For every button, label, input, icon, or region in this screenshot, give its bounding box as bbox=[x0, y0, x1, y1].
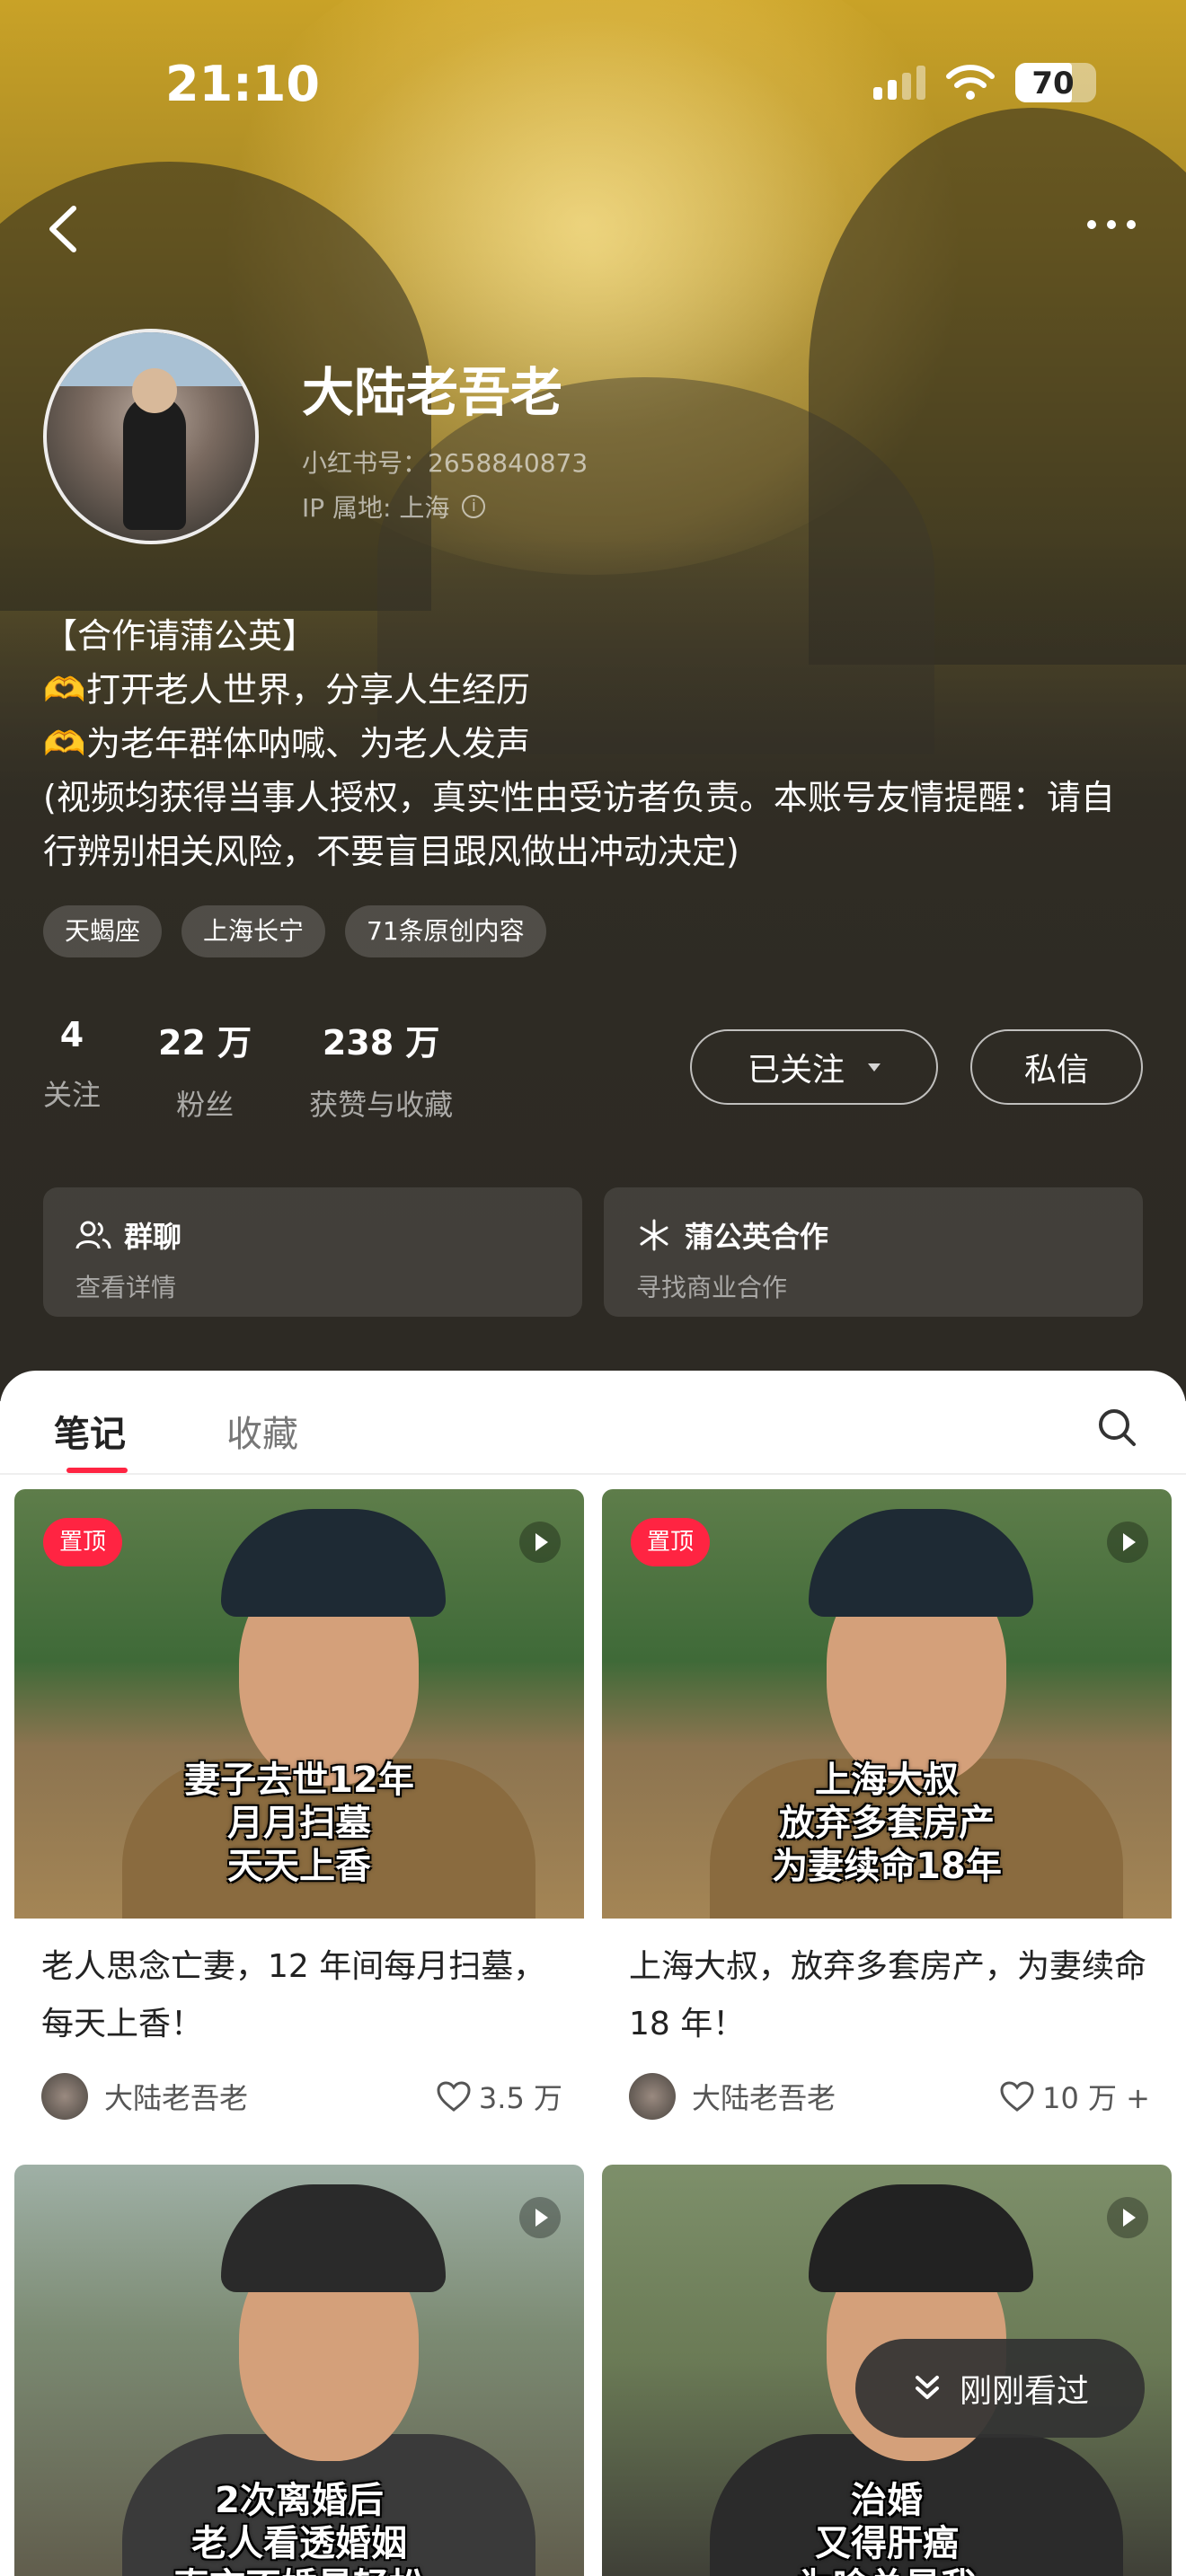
note-card[interactable]: 2次离婚后老人看透婚姻直言不婚最轻松 bbox=[14, 2165, 584, 2576]
cover-caption: 妻子去世12年 月月扫墓 天天上香 bbox=[184, 1760, 414, 1887]
double-chevron-down-icon bbox=[915, 2376, 939, 2399]
note-title[interactable]: 上海大叔，放弃多套房产，为妻续命 18 年！ bbox=[629, 1938, 1150, 2053]
tag-location[interactable]: 上海长宁 bbox=[181, 905, 326, 957]
note-cover[interactable]: 2次离婚后老人看透婚姻直言不婚最轻松 bbox=[14, 2165, 584, 2576]
author-avatar[interactable] bbox=[629, 2073, 676, 2120]
ip-location-text: IP 属地: 上海 bbox=[302, 493, 450, 523]
group-chat-subtitle: 查看详情 bbox=[75, 1273, 177, 1302]
username: 大陆老吾老 bbox=[302, 362, 563, 423]
note-meta: 大陆老吾老 3.5 万 bbox=[41, 2073, 562, 2120]
tab-notes[interactable]: 笔记 bbox=[54, 1405, 126, 1457]
battery-icon: 70 bbox=[1015, 63, 1096, 102]
cover-caption: 2次离婚后老人看透婚姻直言不婚最轻松 bbox=[173, 2480, 425, 2576]
group-chat-title: 群聊 bbox=[124, 1220, 182, 1254]
group-icon bbox=[75, 1221, 111, 1249]
play-icon bbox=[1107, 1522, 1148, 1563]
tag-zodiac[interactable]: 天蝎座 bbox=[43, 905, 163, 957]
play-icon bbox=[1107, 2197, 1148, 2238]
tag-list: 天蝎座 上海长宁 71条原创内容 bbox=[43, 905, 546, 957]
recently-viewed-button[interactable]: 刚刚看过 bbox=[855, 2339, 1145, 2438]
tab-bar: 笔记 收藏 bbox=[0, 1371, 1186, 1475]
wifi-icon bbox=[946, 65, 995, 100]
cover-caption: 治婚又得肝癌为啥总是我 bbox=[797, 2480, 977, 2576]
user-id[interactable]: 小红书号：2658840873 bbox=[302, 444, 588, 480]
tab-active-indicator bbox=[66, 1468, 128, 1473]
back-button[interactable] bbox=[36, 198, 90, 260]
play-icon bbox=[519, 1522, 561, 1563]
cellular-signal-icon bbox=[873, 66, 925, 100]
bio-line: 🫶打开老人世界，分享人生经历 bbox=[43, 663, 1148, 717]
stats: 4 关注 22 万 粉丝 238 万 获赞与收藏 bbox=[43, 1015, 453, 1124]
like-count: 10 万 + bbox=[1042, 2081, 1150, 2115]
dandelion-card[interactable]: 蒲公英合作 寻找商业合作 bbox=[604, 1187, 1143, 1317]
cover-caption: 上海大叔 放弃多套房产 为妻续命18年 bbox=[772, 1760, 1002, 1887]
bio-line: 行辨别相关风险，不要盲目跟风做出冲动决定) bbox=[43, 832, 739, 871]
message-button[interactable]: 私信 bbox=[970, 1029, 1143, 1105]
like-button[interactable]: 10 万 + bbox=[999, 2076, 1150, 2117]
following-label: 已关注 bbox=[747, 1052, 845, 1089]
stat-followers[interactable]: 22 万 粉丝 bbox=[158, 1015, 252, 1124]
stat-following[interactable]: 4 关注 bbox=[43, 1015, 101, 1124]
author-avatar[interactable] bbox=[41, 2073, 88, 2120]
author-name[interactable]: 大陆老吾老 bbox=[104, 2076, 248, 2117]
group-chat-card[interactable]: 群聊 查看详情 bbox=[43, 1187, 582, 1317]
bio-line: 🫶为老年群体呐喊、为老人发声 bbox=[43, 717, 1148, 771]
heart-hands-icon: 🫶 bbox=[43, 670, 86, 710]
bio-line: (视频均获得当事人授权，真实性由受访者负责。本账号友情提醒：请自 bbox=[43, 778, 1115, 817]
note-card[interactable]: 上海大叔 放弃多套房产 为妻续命18年 置顶 上海大叔，放弃多套房产，为妻续命 18… bbox=[602, 1489, 1172, 2152]
bio: 【合作请蒲公英】 🫶打开老人世界，分享人生经历 🫶为老年群体呐喊、为老人发声 (… bbox=[43, 609, 1148, 878]
note-title[interactable]: 老人思念亡妻，12 年间每月扫墓，每天上香！ bbox=[41, 1938, 562, 2053]
note-cover[interactable]: 上海大叔 放弃多套房产 为妻续命18年 置顶 bbox=[602, 1489, 1172, 1919]
author-name[interactable]: 大陆老吾老 bbox=[692, 2076, 836, 2117]
stat-likes-collections[interactable]: 238 万 获赞与收藏 bbox=[309, 1015, 453, 1124]
note-meta: 大陆老吾老 10 万 + bbox=[629, 2073, 1150, 2120]
info-icon[interactable]: i bbox=[462, 495, 486, 518]
battery-level: 70 bbox=[1031, 66, 1075, 101]
search-icon[interactable] bbox=[1094, 1405, 1139, 1450]
like-button[interactable]: 3.5 万 bbox=[436, 2076, 562, 2117]
more-options-button[interactable] bbox=[1087, 216, 1150, 234]
heart-icon bbox=[437, 2081, 471, 2112]
like-count: 3.5 万 bbox=[478, 2081, 562, 2115]
note-card[interactable]: 妻子去世12年 月月扫墓 天天上香 置顶 老人思念亡妻，12 年间每月扫墓，每天上香… bbox=[14, 1489, 584, 2152]
tab-collections[interactable]: 收藏 bbox=[226, 1405, 298, 1457]
chevron-down-icon bbox=[868, 1063, 881, 1072]
play-icon bbox=[519, 2197, 561, 2238]
following-button[interactable]: 已关注 bbox=[690, 1029, 938, 1105]
heart-hands-icon: 🫶 bbox=[43, 724, 86, 763]
tag-original-count[interactable]: 71条原创内容 bbox=[345, 905, 546, 957]
dandelion-title: 蒲公英合作 bbox=[685, 1220, 829, 1254]
recently-viewed-label: 刚刚看过 bbox=[959, 2373, 1089, 2410]
bio-line: 【合作请蒲公英】 bbox=[43, 616, 317, 656]
status-icons: 70 bbox=[873, 63, 1096, 102]
status-time: 21:10 bbox=[165, 56, 320, 112]
dandelion-subtitle: 寻找商业合作 bbox=[636, 1273, 788, 1302]
dandelion-icon bbox=[640, 1219, 668, 1251]
avatar[interactable] bbox=[43, 329, 259, 544]
ip-location: IP 属地: 上海 i bbox=[302, 489, 486, 525]
heart-icon bbox=[1000, 2081, 1034, 2112]
note-cover[interactable]: 妻子去世12年 月月扫墓 天天上香 置顶 bbox=[14, 1489, 584, 1919]
pinned-badge: 置顶 bbox=[43, 1518, 123, 1566]
pinned-badge: 置顶 bbox=[631, 1518, 711, 1566]
